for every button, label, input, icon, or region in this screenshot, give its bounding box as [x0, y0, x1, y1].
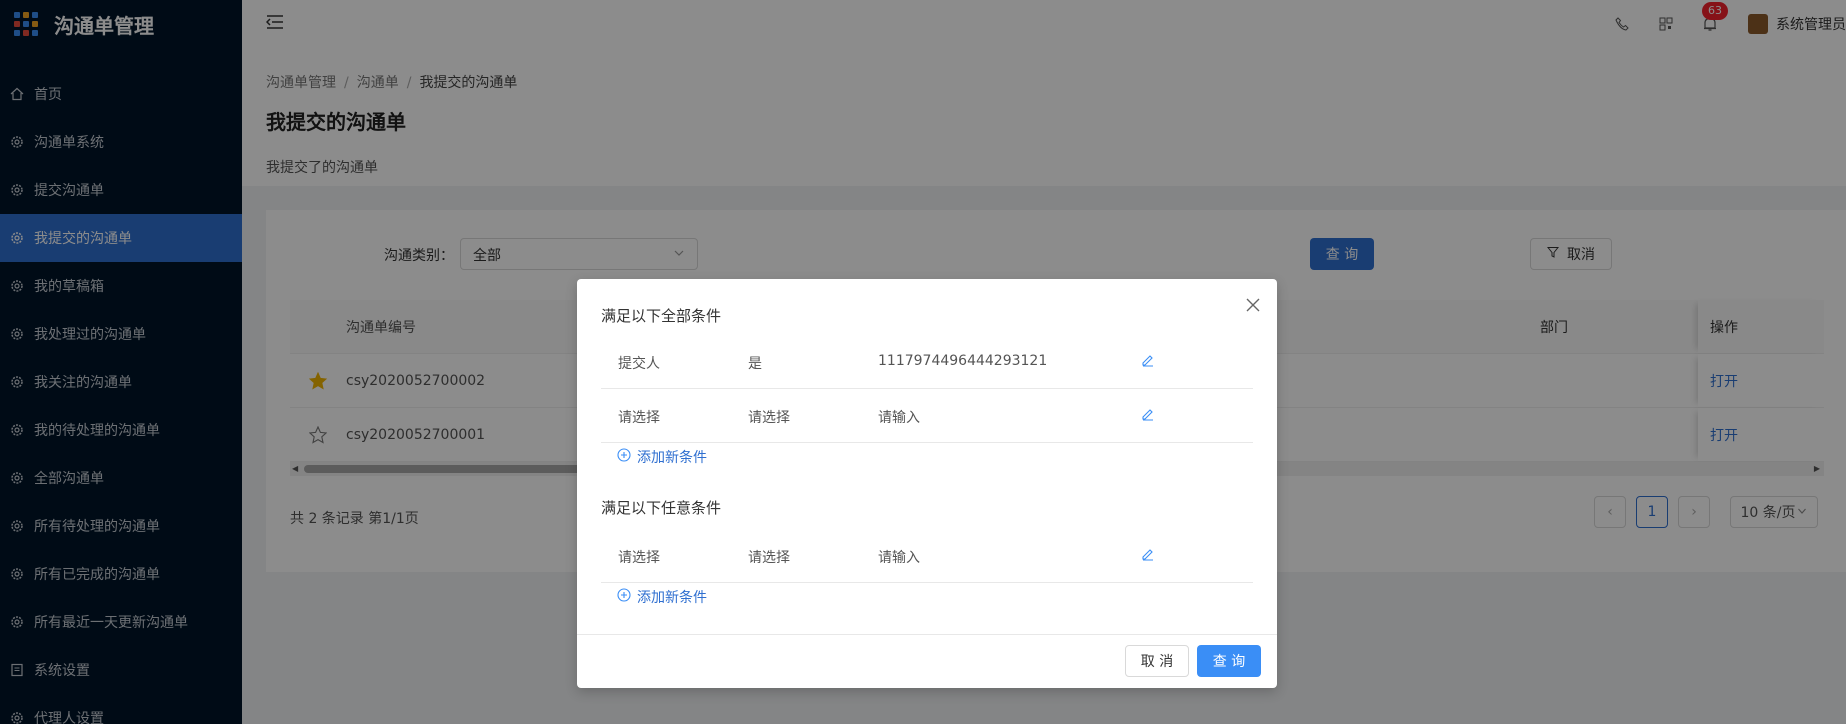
- condition-operator[interactable]: 是: [748, 353, 762, 373]
- condition-row: 提交人 是 1117974496444293121: [601, 335, 1253, 389]
- edit-icon[interactable]: [1141, 407, 1155, 425]
- condition-value[interactable]: 请输入: [878, 407, 920, 427]
- condition-operator[interactable]: 请选择: [748, 547, 790, 567]
- condition-value[interactable]: 1117974496444293121: [878, 353, 1047, 369]
- condition-value[interactable]: 请输入: [878, 547, 920, 567]
- condition-operator[interactable]: 请选择: [748, 407, 790, 427]
- add-condition-label: 添加新条件: [637, 590, 707, 606]
- condition-row: 请选择 请选择 请输入: [601, 389, 1253, 443]
- close-icon[interactable]: [1245, 297, 1261, 313]
- modal-footer: 取 消 查 询: [577, 634, 1277, 688]
- plus-circle-icon: [617, 448, 631, 466]
- add-condition-any-button[interactable]: 添加新条件: [617, 587, 707, 607]
- advanced-filter-modal: 满足以下全部条件 提交人 是 1117974496444293121 请选择 请…: [577, 279, 1277, 688]
- condition-field[interactable]: 请选择: [618, 407, 660, 427]
- condition-field[interactable]: 提交人: [618, 353, 660, 373]
- add-condition-label: 添加新条件: [637, 450, 707, 466]
- add-condition-all-button[interactable]: 添加新条件: [617, 447, 707, 467]
- edit-icon[interactable]: [1141, 353, 1155, 371]
- group-all-title: 满足以下全部条件: [601, 307, 722, 325]
- edit-icon[interactable]: [1141, 547, 1155, 565]
- group-any-title: 满足以下任意条件: [601, 499, 722, 517]
- modal-cancel-button[interactable]: 取 消: [1125, 645, 1189, 677]
- condition-row: 请选择 请选择 请输入: [601, 529, 1253, 583]
- condition-field[interactable]: 请选择: [618, 547, 660, 567]
- modal-query-button[interactable]: 查 询: [1197, 645, 1261, 677]
- plus-circle-icon: [617, 588, 631, 606]
